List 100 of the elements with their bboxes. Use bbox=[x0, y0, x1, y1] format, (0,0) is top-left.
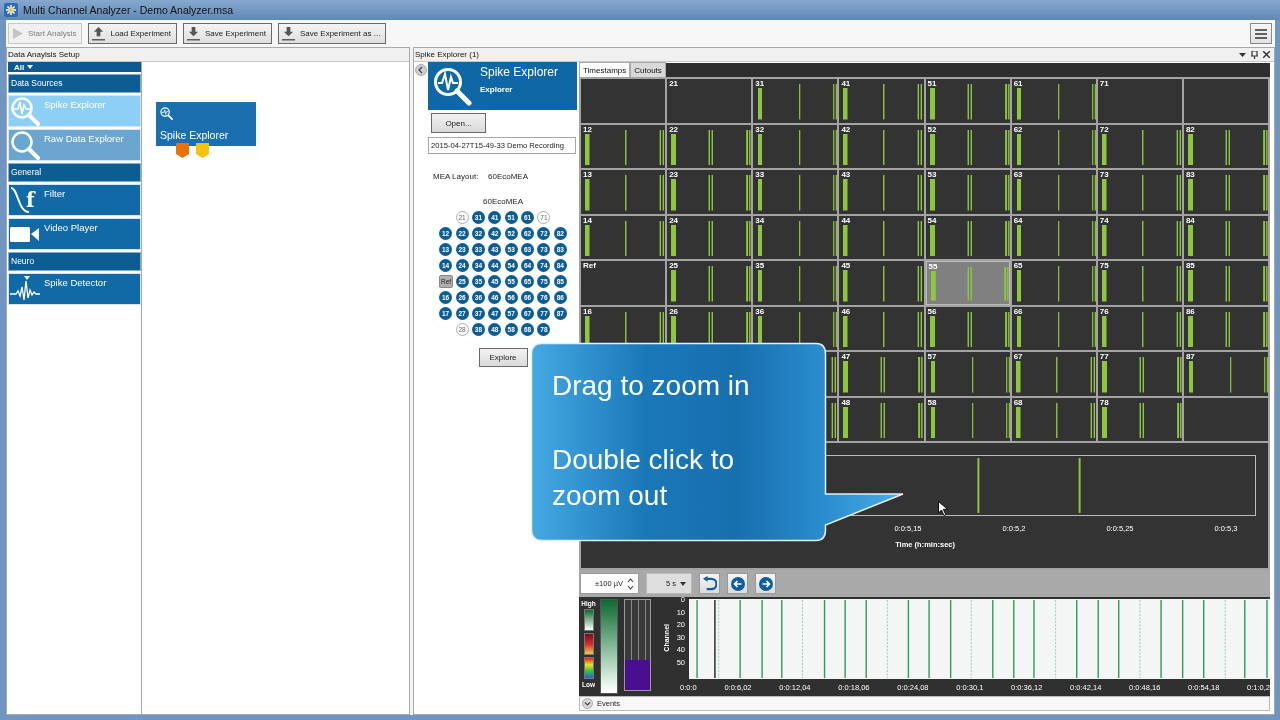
channel-tile[interactable]: 64 bbox=[1011, 215, 1096, 259]
channel-label: 12 bbox=[582, 125, 593, 134]
channel-tile[interactable]: 45 bbox=[839, 261, 924, 305]
tab[interactable]: Cutouts bbox=[630, 62, 666, 77]
color-scale-bar[interactable] bbox=[600, 599, 618, 694]
channel-tile[interactable]: 32 bbox=[753, 124, 838, 168]
channel-tile[interactable]: 13 bbox=[581, 170, 666, 214]
channel-label: 82 bbox=[1184, 125, 1196, 134]
spin-arrows-icon[interactable] bbox=[627, 576, 634, 591]
channel-tile[interactable]: 84 bbox=[1183, 215, 1268, 259]
channel-tile[interactable]: 23 bbox=[667, 170, 752, 214]
channel-tile[interactable]: 76 bbox=[1097, 306, 1182, 350]
colormap-swatch[interactable] bbox=[583, 657, 594, 679]
channel-tile[interactable]: 41 bbox=[839, 79, 924, 123]
raster-plot-area[interactable] bbox=[689, 599, 1270, 679]
undo-button[interactable] bbox=[699, 573, 720, 594]
channel-tile[interactable]: 65 bbox=[1011, 261, 1096, 305]
explore-button[interactable]: Explore bbox=[478, 348, 528, 367]
channel-tile[interactable]: 44 bbox=[839, 215, 924, 259]
channel-label: 72 bbox=[1098, 125, 1110, 134]
channel-tile[interactable]: 85 bbox=[1183, 261, 1268, 305]
caret-icon[interactable] bbox=[1239, 52, 1246, 57]
channel-tile[interactable]: 42 bbox=[839, 124, 924, 168]
channel-tile[interactable]: 25 bbox=[667, 261, 752, 305]
channel-tile[interactable]: 47 bbox=[839, 352, 924, 396]
port-icon[interactable] bbox=[176, 143, 189, 158]
back-button[interactable] bbox=[727, 573, 748, 594]
category-filter-dropdown[interactable]: All bbox=[8, 62, 141, 72]
channel-tile[interactable]: 14 bbox=[581, 215, 666, 259]
colormap-swatch[interactable] bbox=[583, 609, 594, 631]
tool-item[interactable]: f Filter bbox=[8, 184, 141, 216]
channel-tile[interactable]: 52 bbox=[925, 124, 1010, 168]
toolbar-button[interactable]: Save Experiment bbox=[182, 23, 272, 44]
channel-tile[interactable]: 66 bbox=[1011, 306, 1096, 350]
channel-tile[interactable]: 55 bbox=[925, 261, 1010, 305]
channel-tile[interactable]: 24 bbox=[667, 215, 752, 259]
channel-tile[interactable]: 67 bbox=[1011, 352, 1096, 396]
channel-tile[interactable]: 56 bbox=[925, 306, 1010, 350]
channel-tile[interactable]: 73 bbox=[1097, 170, 1182, 214]
channel-tile[interactable]: 35 bbox=[753, 261, 838, 305]
forward-button[interactable] bbox=[755, 573, 776, 594]
spike-magnifier-icon bbox=[160, 107, 173, 120]
channel-tile[interactable]: 75 bbox=[1097, 261, 1182, 305]
channel-label: 56 bbox=[926, 307, 938, 316]
channel-label: 86 bbox=[1184, 307, 1196, 316]
channel-tile[interactable]: 77 bbox=[1097, 352, 1182, 396]
channel-tile[interactable]: 63 bbox=[1011, 170, 1096, 214]
pin-icon[interactable] bbox=[1251, 50, 1258, 59]
channel-label: 26 bbox=[668, 307, 680, 316]
channel-tile[interactable]: 71 bbox=[1097, 79, 1182, 123]
channel-tile[interactable]: 34 bbox=[753, 215, 838, 259]
channel-tile[interactable]: 43 bbox=[839, 170, 924, 214]
channel-tile[interactable]: 21 bbox=[667, 79, 752, 123]
channel-label: 77 bbox=[1098, 353, 1110, 361]
tab[interactable]: Timestamps bbox=[579, 62, 631, 77]
channel-tile[interactable]: 78 bbox=[1097, 397, 1182, 441]
tool-item[interactable]: Spike Detector bbox=[8, 273, 141, 305]
magnifier-icon bbox=[10, 130, 40, 160]
panel-title: Spike Explorer (1) bbox=[415, 49, 480, 61]
channel-tile[interactable]: 51 bbox=[925, 79, 1010, 123]
toolbar-button[interactable]: Load Experiment bbox=[88, 23, 177, 44]
channel-tile[interactable]: 57 bbox=[925, 352, 1010, 396]
channel-tile[interactable]: 72 bbox=[1097, 124, 1182, 168]
channel-tile[interactable]: 12 bbox=[581, 124, 666, 168]
channel-tile[interactable]: 31 bbox=[753, 79, 838, 123]
collapse-icon[interactable] bbox=[415, 64, 427, 76]
video-camera-icon bbox=[10, 225, 40, 243]
channel-label: 66 bbox=[1012, 307, 1024, 316]
channel-label: 13 bbox=[582, 171, 593, 179]
channel-tile[interactable]: 58 bbox=[925, 397, 1010, 441]
channel-label: 73 bbox=[1098, 171, 1110, 179]
channel-tile[interactable]: 46 bbox=[839, 306, 924, 350]
channel-label: 51 bbox=[926, 80, 938, 88]
channel-tile[interactable]: Ref bbox=[581, 261, 666, 305]
workflow-node[interactable]: Spike Explorer bbox=[156, 102, 256, 146]
channel-tile[interactable]: 22 bbox=[667, 124, 752, 168]
menu-button[interactable] bbox=[1250, 23, 1272, 44]
category-header: Data Sources bbox=[8, 74, 141, 93]
open-button[interactable]: Open... bbox=[431, 113, 486, 133]
channel-tile[interactable]: 48 bbox=[839, 397, 924, 441]
channel-tile[interactable]: 53 bbox=[925, 170, 1010, 214]
tool-item[interactable]: Video Player bbox=[8, 218, 141, 250]
channel-tile[interactable]: 33 bbox=[753, 170, 838, 214]
channel-label: 42 bbox=[840, 125, 852, 134]
colormap-swatch[interactable] bbox=[583, 633, 594, 655]
channel-tile[interactable]: 54 bbox=[925, 215, 1010, 259]
channel-tile[interactable]: 74 bbox=[1097, 215, 1182, 259]
channel-tile[interactable]: 83 bbox=[1183, 170, 1268, 214]
channel-tile[interactable]: 61 bbox=[1011, 79, 1096, 123]
channel-tile[interactable]: 68 bbox=[1011, 397, 1096, 441]
channel-tile[interactable]: 62 bbox=[1011, 124, 1096, 168]
channel-label: 87 bbox=[1184, 353, 1196, 361]
channel-tile[interactable]: 86 bbox=[1183, 306, 1268, 350]
close-icon[interactable] bbox=[1263, 51, 1270, 58]
mouse-pointer-icon bbox=[938, 501, 948, 516]
toolbar-button[interactable]: Save Experiment as ... bbox=[277, 23, 387, 44]
channel-tile[interactable]: 87 bbox=[1183, 352, 1268, 396]
channel-label: 53 bbox=[926, 171, 938, 179]
channel-tile[interactable]: 82 bbox=[1183, 124, 1268, 168]
channel-label: 32 bbox=[754, 125, 766, 134]
